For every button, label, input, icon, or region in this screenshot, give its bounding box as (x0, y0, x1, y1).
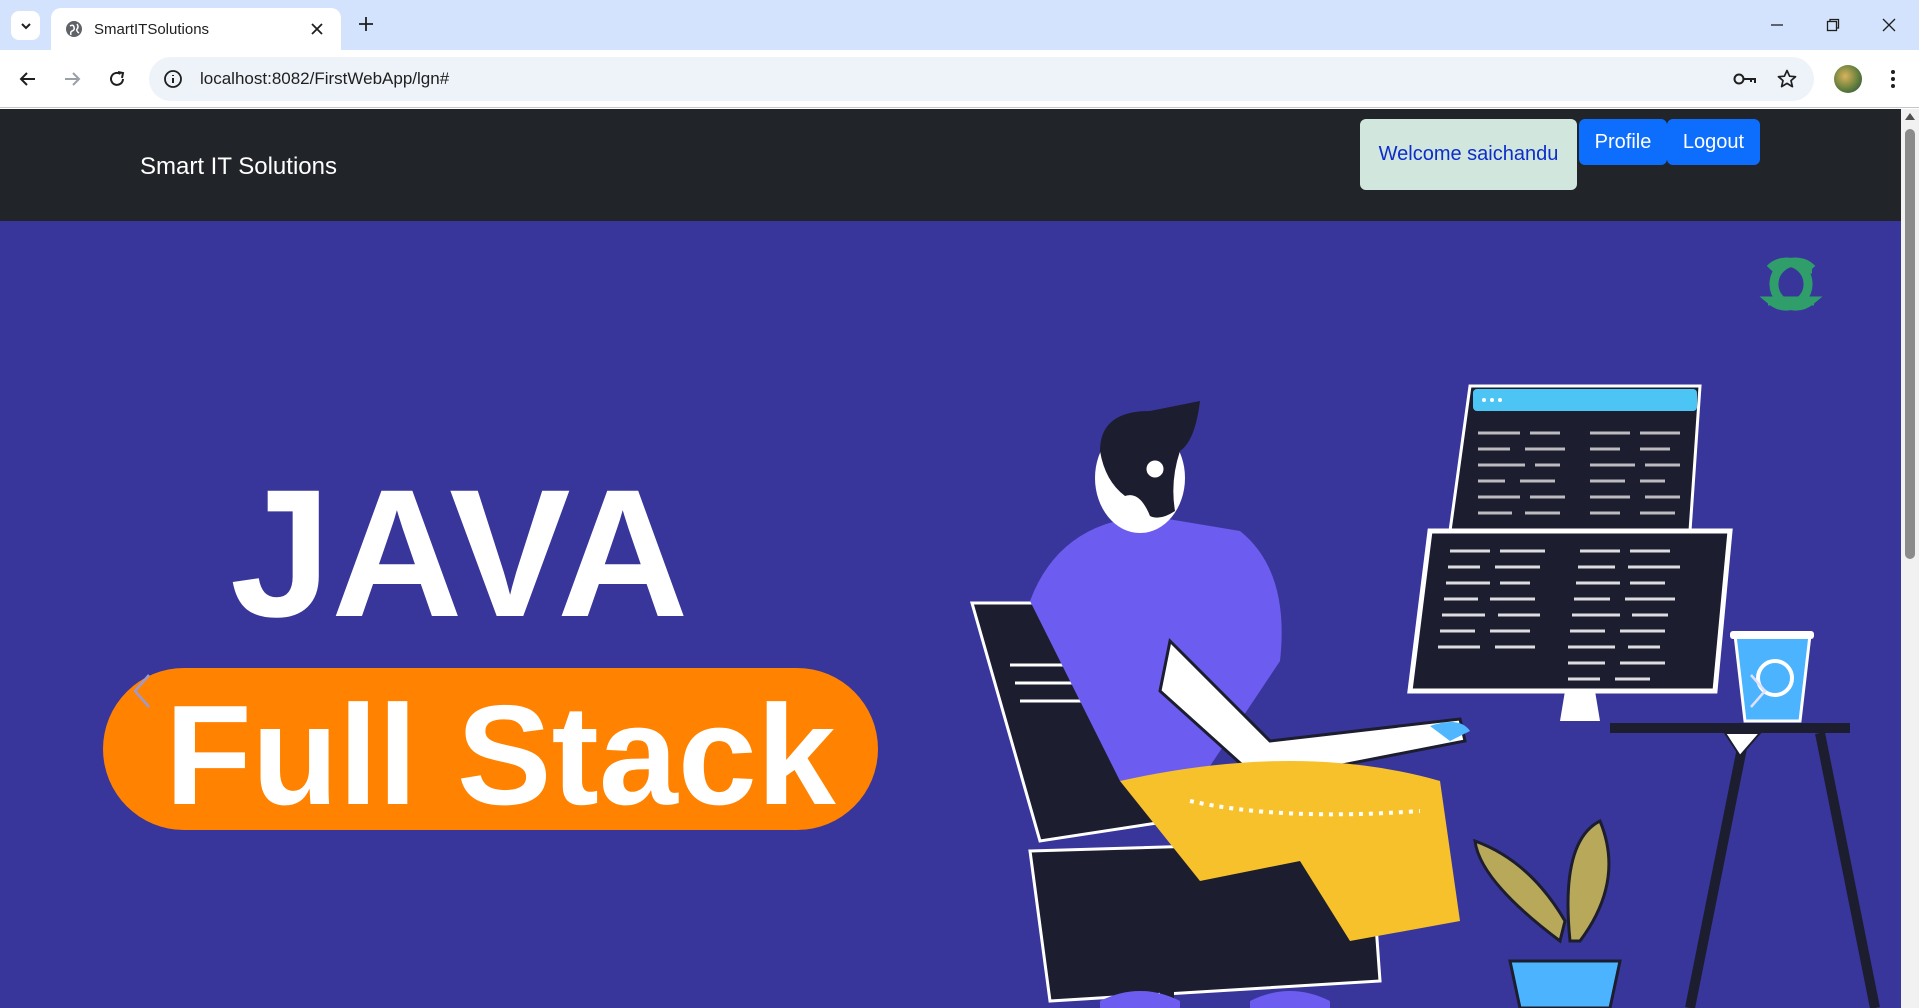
key-icon (1733, 73, 1756, 85)
chevron-left-icon (133, 674, 150, 708)
desk-illustration (1407, 384, 1880, 1008)
site-info-icon[interactable] (162, 68, 184, 90)
welcome-message: Welcome saichandu (1360, 119, 1577, 190)
gfg-logo (1759, 257, 1823, 311)
tab-title: SmartITSolutions (94, 20, 210, 38)
reload-button[interactable] (102, 64, 132, 94)
logout-button[interactable]: Logout (1667, 119, 1760, 165)
address-bar[interactable]: localhost:8082/FirstWebApp/lgn# (149, 57, 1814, 101)
browser-menu-button[interactable] (1878, 64, 1908, 94)
new-tab-button[interactable] (354, 12, 378, 36)
scrollbar-thumb[interactable] (1905, 129, 1915, 559)
plant-illustration (1473, 818, 1622, 1008)
minimize-button[interactable] (1762, 10, 1792, 40)
url-text[interactable]: localhost:8082/FirstWebApp/lgn# (200, 69, 1730, 89)
carousel-prev-button[interactable] (122, 661, 162, 721)
tab-close-button[interactable] (307, 19, 327, 39)
carousel-next-button[interactable] (1738, 661, 1778, 721)
bookmark-button[interactable] (1772, 64, 1802, 94)
close-icon (311, 23, 323, 35)
java-headline: JAVA (230, 451, 688, 655)
tab-strip: SmartITSolutions (0, 0, 1919, 50)
chevron-right-icon (1750, 674, 1767, 708)
page-viewport: Smart IT Solutions Welcome saichandu Pro… (0, 109, 1901, 1008)
tab-search-icon (20, 22, 31, 29)
site-navbar: Smart IT Solutions Welcome saichandu Pro… (0, 109, 1901, 221)
full-stack-text: Full Stack (165, 676, 837, 835)
window-close-icon (1882, 18, 1896, 32)
window-close-button[interactable] (1874, 10, 1904, 40)
scroll-up-arrow[interactable] (1905, 113, 1915, 120)
password-key-button[interactable] (1730, 64, 1760, 94)
reload-icon (110, 71, 125, 86)
globe-icon (66, 21, 82, 37)
carousel-slide-image: JAVA Full Stack (103, 257, 1880, 1008)
profile-button[interactable]: Profile (1579, 119, 1667, 165)
minimize-icon (1771, 24, 1783, 26)
forward-arrow-icon (65, 72, 81, 86)
active-tab[interactable]: SmartITSolutions (51, 8, 341, 50)
hero-carousel: JAVA Full Stack (0, 221, 1901, 1008)
plus-icon (359, 17, 373, 31)
back-button[interactable] (13, 64, 43, 94)
restore-icon (1826, 18, 1840, 32)
star-icon (1777, 69, 1797, 88)
profile-avatar[interactable] (1834, 65, 1862, 93)
browser-toolbar: localhost:8082/FirstWebApp/lgn# (0, 50, 1919, 108)
forward-button[interactable] (57, 64, 87, 94)
back-arrow-icon (19, 72, 35, 86)
restore-button[interactable] (1818, 10, 1848, 40)
brand-title[interactable]: Smart IT Solutions (140, 153, 337, 181)
page-scrollbar[interactable] (1901, 109, 1919, 1008)
tab-search-button[interactable] (11, 11, 40, 40)
more-vert-icon (1891, 70, 1895, 88)
